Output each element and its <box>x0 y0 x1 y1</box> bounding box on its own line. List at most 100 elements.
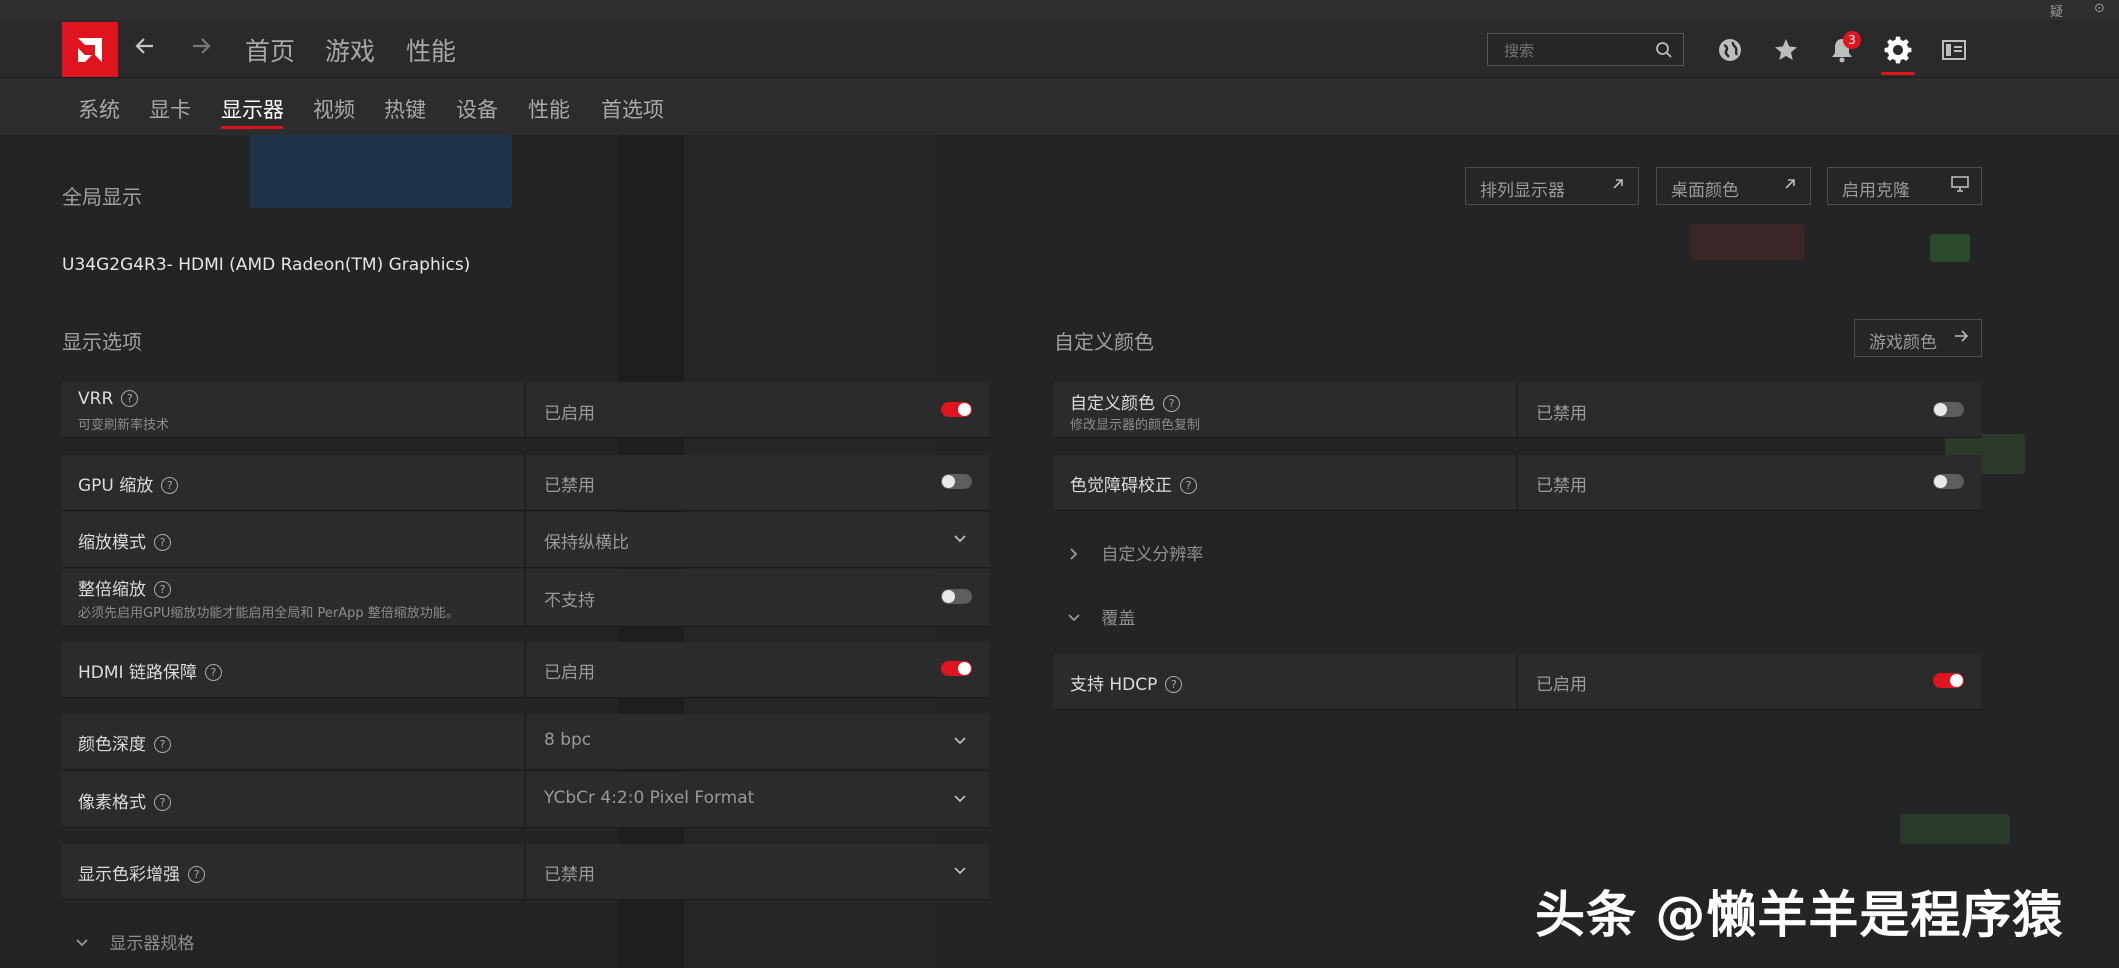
hdmi-link-label: HDMI 链路保障? <box>78 658 222 683</box>
help-icon[interactable]: ? <box>154 794 171 811</box>
tab-devices[interactable]: 设备 <box>456 94 498 124</box>
chevron-down-icon[interactable] <box>952 531 968 551</box>
hdcp-label: 支持 HDCP? <box>1070 670 1183 695</box>
integer-scaling-row: 整倍缩放? 必须先启用GPU缩放功能才能启用全局和 PerApp 整倍缩放功能。… <box>62 569 990 626</box>
help-icon[interactable]: ? <box>154 736 171 753</box>
vrr-toggle[interactable] <box>941 402 972 417</box>
search-icon[interactable] <box>1655 41 1673 63</box>
nav-home[interactable]: 首页 <box>245 32 295 68</box>
hdmi-link-row: HDMI 链路保障? 已启用 <box>62 642 990 697</box>
scaling-mode-row[interactable]: 缩放模式? 保持纵横比 <box>62 512 990 567</box>
color-blind-status: 已禁用 <box>1536 476 1587 496</box>
search-input[interactable] <box>1502 41 1666 61</box>
vrr-description: 可变刷新率技术 <box>78 418 170 433</box>
tab-preferences[interactable]: 首选项 <box>601 94 664 124</box>
tab-video[interactable]: 视频 <box>313 94 355 124</box>
help-icon[interactable]: ⊙ <box>2094 1 2105 16</box>
page-title: 全局显示 <box>62 185 142 209</box>
color-depth-label: 颜色深度? <box>78 730 171 755</box>
panel-icon[interactable] <box>1940 36 1968 64</box>
display-specs-label: 显示器规格 <box>109 934 195 954</box>
desktop-color-label: 桌面颜色 <box>1671 181 1739 201</box>
forward-icon[interactable] <box>189 34 213 64</box>
hdcp-toggle[interactable] <box>1933 673 1964 688</box>
vrr-status: 已启用 <box>544 404 595 424</box>
gpu-scaling-row: GPU 缩放? 已禁用 <box>62 455 990 510</box>
color-blind-row: 色觉障碍校正? 已禁用 <box>1054 455 1982 510</box>
monitor-name: U34G2G4R3- HDMI (AMD Radeon(TM) Graphics… <box>62 255 471 275</box>
custom-color-row: 自定义颜色? 修改显示器的颜色复制 已禁用 <box>1054 382 1982 437</box>
enable-clone-label: 启用克隆 <box>1842 181 1910 201</box>
back-icon[interactable] <box>133 34 157 64</box>
custom-resolution-label: 自定义分辨率 <box>1101 545 1204 565</box>
desktop-color-button[interactable]: 桌面颜色 <box>1656 167 1811 205</box>
sub-nav: 系统 显卡 显示器 视频 热键 设备 性能 首选项 <box>0 77 2119 135</box>
custom-color-toggle[interactable] <box>1933 402 1964 417</box>
display-options-title: 显示选项 <box>62 330 142 354</box>
globe-icon[interactable] <box>1716 36 1744 64</box>
pixel-format-value: YCbCr 4:2:0 Pixel Format <box>544 788 755 808</box>
help-icon[interactable]: ? <box>1163 395 1180 412</box>
search-box[interactable] <box>1487 33 1684 66</box>
gpu-scaling-label: GPU 缩放? <box>78 471 179 496</box>
tab-display[interactable]: 显示器 <box>221 94 284 124</box>
chevron-right-icon <box>1066 546 1082 567</box>
gear-icon[interactable] <box>1884 36 1912 64</box>
hdcp-status: 已启用 <box>1536 675 1587 695</box>
chevron-down-icon[interactable] <box>952 863 968 883</box>
gpu-scaling-toggle[interactable] <box>941 474 972 489</box>
external-link-icon <box>1610 176 1626 197</box>
active-tab-indicator <box>221 126 283 129</box>
monitor-icon <box>1951 176 1969 197</box>
tab-performance[interactable]: 性能 <box>528 94 570 124</box>
help-icon[interactable]: ? <box>1180 477 1197 494</box>
color-depth-value: 8 bpc <box>544 730 592 750</box>
arrange-displays-button[interactable]: 排列显示器 <box>1465 167 1639 205</box>
help-icon[interactable]: ? <box>188 866 205 883</box>
help-icon[interactable]: ? <box>1165 676 1183 693</box>
help-icon[interactable]: ? <box>121 390 139 407</box>
arrow-right-icon <box>1953 328 1969 349</box>
hdmi-link-toggle[interactable] <box>941 661 972 676</box>
help-icon[interactable]: ? <box>154 581 171 598</box>
help-icon[interactable]: ? <box>204 664 222 681</box>
custom-resolution-expander[interactable]: 自定义分辨率 <box>1066 540 1203 567</box>
nav-performance[interactable]: 性能 <box>406 32 456 68</box>
active-indicator <box>1881 72 1915 75</box>
game-color-button[interactable]: 游戏颜色 <box>1854 319 1982 357</box>
scaling-mode-label: 缩放模式? <box>78 528 171 553</box>
pixel-format-row[interactable]: 像素格式? YCbCr 4:2:0 Pixel Format <box>62 772 990 827</box>
feedback-icon[interactable]: 疑 <box>2050 1 2063 20</box>
amd-logo[interactable] <box>62 22 118 78</box>
color-enhance-row[interactable]: 显示色彩增强? 已禁用 <box>62 844 990 899</box>
chevron-down-icon[interactable] <box>952 791 968 811</box>
help-icon[interactable]: ? <box>161 477 179 494</box>
scaling-mode-value: 保持纵横比 <box>544 533 629 553</box>
hdcp-row: 支持 HDCP? 已启用 <box>1054 654 1982 709</box>
chevron-down-icon[interactable] <box>952 733 968 753</box>
notification-badge: 3 <box>1843 31 1861 49</box>
custom-color-description: 修改显示器的颜色复制 <box>1070 418 1201 433</box>
color-depth-row[interactable]: 颜色深度? 8 bpc <box>62 714 990 769</box>
display-specs-expander[interactable]: 显示器规格 <box>74 929 194 956</box>
game-color-label: 游戏颜色 <box>1869 333 1937 353</box>
hdmi-link-status: 已启用 <box>544 663 595 683</box>
color-enhance-value: 已禁用 <box>544 865 595 885</box>
overlay-expander[interactable]: 覆盖 <box>1066 604 1135 631</box>
enable-clone-button[interactable]: 启用克隆 <box>1827 167 1982 205</box>
nav-games[interactable]: 游戏 <box>325 32 375 68</box>
tab-graphics[interactable]: 显卡 <box>149 94 191 124</box>
title-bar: 疑 ⊙ <box>0 0 2119 20</box>
help-icon[interactable]: ? <box>154 534 171 551</box>
star-icon[interactable] <box>1772 36 1800 64</box>
integer-scaling-description: 必须先启用GPU缩放功能才能启用全局和 PerApp 整倍缩放功能。 <box>78 606 459 621</box>
color-blind-toggle[interactable] <box>1933 474 1964 489</box>
tab-system[interactable]: 系统 <box>78 94 120 124</box>
color-enhance-label: 显示色彩增强? <box>78 860 205 885</box>
color-blind-label: 色觉障碍校正? <box>1070 471 1197 496</box>
external-link-icon <box>1782 176 1798 197</box>
custom-color-label: 自定义颜色? <box>1070 389 1180 414</box>
integer-scaling-toggle[interactable] <box>941 589 972 604</box>
vrr-label: VRR? <box>78 389 139 409</box>
tab-hotkeys[interactable]: 热键 <box>384 94 426 124</box>
